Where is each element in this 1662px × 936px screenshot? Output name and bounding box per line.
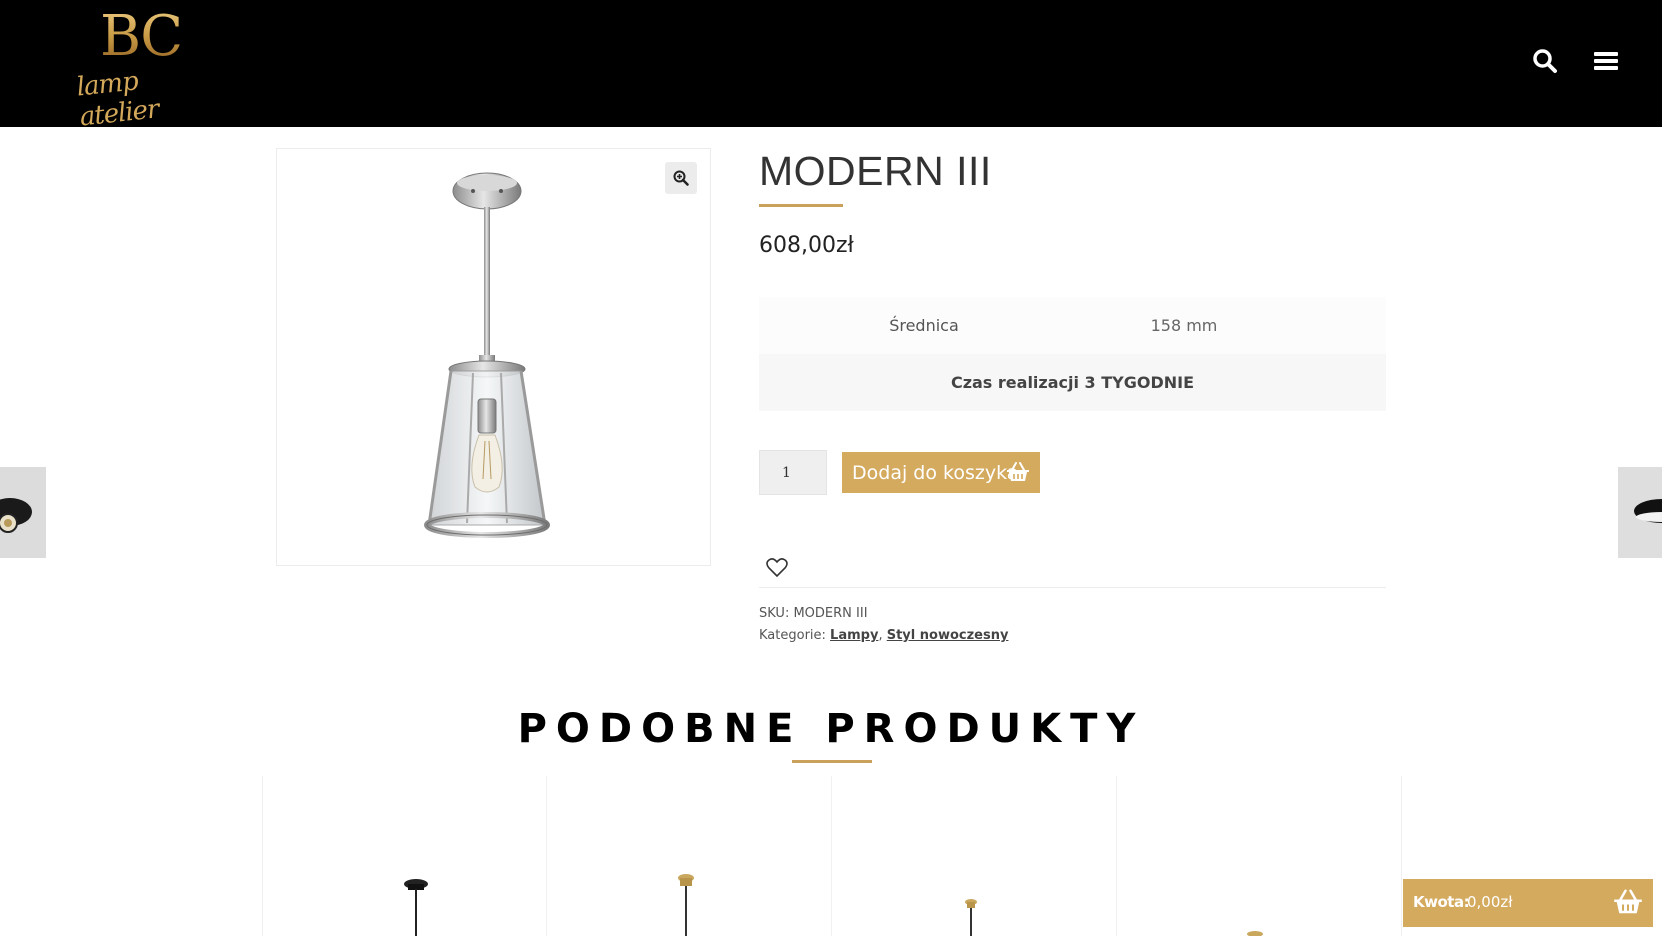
grid-divider: [262, 776, 263, 936]
cart-total-label: Kwota:: [1413, 893, 1470, 911]
lead-time-text: Czas realizacji 3 TYGODNIE: [950, 373, 1195, 392]
add-to-cart-button[interactable]: Dodaj do koszyka: [842, 452, 1040, 493]
categories-label: Kategorie:: [759, 628, 826, 643]
sku-value: MODERN III: [793, 606, 868, 621]
category-link-styl-nowoczesny[interactable]: Styl nowoczesny: [887, 628, 1009, 643]
site-header: BC lamp atelier: [0, 0, 1662, 132]
search-icon[interactable]: [1530, 46, 1560, 76]
category-link-lampy[interactable]: Lampy: [830, 628, 878, 643]
product-sku: SKU: MODERN III: [759, 606, 868, 621]
attribute-row: Średnica 158 mm: [759, 297, 1386, 354]
grid-divider: [1401, 776, 1402, 936]
logo-monogram: BC: [100, 4, 183, 69]
add-to-cart-label: Dodaj do koszyka: [852, 461, 1019, 484]
attribute-value: 158 mm: [1150, 316, 1218, 335]
related-product-4[interactable]: [1240, 776, 1270, 936]
cart-total-amount: 0,00zł: [1467, 893, 1513, 911]
product-image-gallery[interactable]: [276, 148, 711, 566]
pendant-lamp-image: [424, 172, 550, 538]
divider: [759, 587, 1386, 588]
related-title-underline: [792, 760, 872, 763]
attribute-label: Średnica: [889, 316, 959, 335]
previous-product-thumbnail[interactable]: [0, 467, 46, 558]
next-product-thumbnail[interactable]: [1618, 467, 1662, 558]
basket-icon: [1007, 462, 1029, 481]
related-product-3[interactable]: [960, 776, 990, 936]
category-separator: ,: [878, 628, 883, 643]
related-product-2[interactable]: [670, 776, 710, 936]
lead-time-row: Czas realizacji 3 TYGODNIE: [759, 354, 1386, 411]
zoom-in-icon[interactable]: [665, 162, 697, 194]
related-products-title: PODOBNE PRODUKTY: [517, 706, 1145, 752]
product-categories: Kategorie: Lampy, Styl nowoczesny: [759, 628, 1008, 643]
grid-divider: [831, 776, 832, 936]
logo-script: lamp atelier: [75, 66, 160, 133]
sku-label: SKU:: [759, 606, 790, 621]
product-attributes-table: Średnica 158 mm Czas realizacji 3 TYGODN…: [759, 297, 1386, 411]
basket-icon: [1614, 889, 1642, 914]
quantity-input[interactable]: [759, 450, 827, 495]
product-title: MODERN III: [759, 148, 992, 194]
grid-divider: [546, 776, 547, 936]
hamburger-menu-icon[interactable]: [1591, 46, 1621, 76]
product-price: 608,00zł: [759, 233, 854, 258]
related-product-1[interactable]: [390, 776, 450, 936]
grid-divider: [1116, 776, 1117, 936]
site-logo[interactable]: BC lamp atelier: [74, 4, 204, 132]
heart-icon[interactable]: [766, 558, 788, 582]
title-underline: [759, 204, 843, 207]
mini-cart-widget[interactable]: Kwota: 0,00zł: [1403, 879, 1653, 927]
